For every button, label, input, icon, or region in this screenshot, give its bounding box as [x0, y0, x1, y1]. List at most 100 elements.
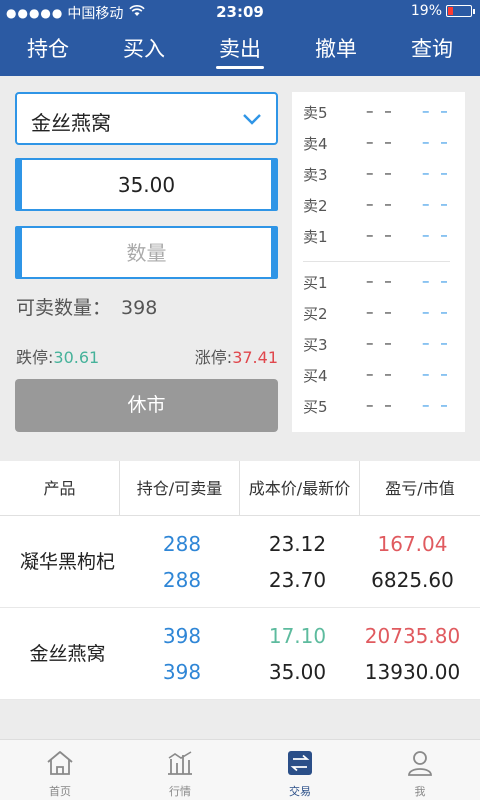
price-increase-button[interactable] — [271, 160, 299, 209]
tab-sell[interactable]: 卖出 — [192, 24, 288, 76]
chevron-down-icon — [243, 114, 261, 125]
table-row[interactable]: 凝华黑枸杞 288 288 23.12 23.70 167.04 6825.60 — [0, 516, 480, 608]
status-right: 19% — [410, 3, 475, 19]
column-header-position: 持仓/可卖量 — [120, 461, 240, 515]
limit-up-label: 涨停: — [194, 348, 233, 367]
clock: 23:09 — [216, 3, 264, 21]
quantity-stepper — [15, 226, 299, 279]
order-book-sell-row: 卖1 – – – – — [292, 220, 465, 251]
order-book-buy-row: 买2 – – – – — [292, 297, 465, 328]
sellable-value: 398 — [162, 660, 202, 684]
user-profile-icon — [408, 751, 432, 776]
order-book-level: 卖4 — [303, 135, 328, 153]
order-book-volume: – – — [422, 396, 451, 414]
quantity-input[interactable] — [22, 228, 271, 277]
order-book-divider — [303, 261, 450, 262]
limit-down-label: 跌停: — [16, 348, 54, 367]
order-book-price: – – — [366, 195, 395, 213]
available-quantity: 可卖数量： 398 — [16, 293, 157, 320]
order-book-level: 卖3 — [303, 166, 328, 184]
battery-percentage: 19% — [410, 3, 442, 19]
product-select[interactable]: 金丝燕窝 — [15, 92, 278, 145]
available-quantity-value: 398 — [121, 297, 158, 319]
column-header-price: 成本价/最新价 — [240, 461, 360, 515]
nav-trade-label: 交易 — [289, 785, 311, 798]
tab-holdings[interactable]: 持仓 — [0, 24, 96, 76]
market-value: 13930.00 — [364, 660, 461, 684]
order-book-volume: – – — [422, 164, 451, 182]
order-book-sell-row: 卖5 – – – – — [292, 96, 465, 127]
order-book-sell-row: 卖4 – – – – — [292, 127, 465, 158]
order-book-level: 卖2 — [303, 197, 328, 215]
nav-me[interactable]: 我 — [360, 740, 480, 800]
position-value: 288 — [162, 532, 202, 556]
order-book-level: 买3 — [303, 336, 328, 354]
order-book-volume: – – — [422, 334, 451, 352]
market-closed-button[interactable]: 休市 — [15, 379, 278, 432]
order-book-level: 卖1 — [303, 228, 328, 246]
order-book-volume: – – — [422, 102, 451, 120]
nav-home-label: 首页 — [49, 785, 71, 798]
battery-icon — [446, 5, 475, 17]
product-name: 金丝燕窝 — [29, 643, 106, 665]
quantity-decrease-button[interactable] — [17, 228, 22, 277]
market-value: 6825.60 — [371, 568, 454, 592]
cost-price: 17.10 — [268, 624, 327, 648]
order-book-level: 买5 — [303, 398, 328, 416]
order-book: 卖5 – – – – 卖4 – – – – 卖3 – – – – 卖2 – – … — [292, 92, 465, 432]
profit-loss: 167.04 — [377, 532, 448, 556]
order-book-price: – – — [366, 334, 395, 352]
profit-loss: 20735.80 — [364, 624, 461, 648]
order-book-price: – – — [366, 396, 395, 414]
nav-home[interactable]: 首页 — [0, 740, 120, 800]
nav-market[interactable]: 行情 — [120, 740, 240, 800]
order-book-level: 卖5 — [303, 104, 328, 122]
product-name: 凝华黑枸杞 — [19, 551, 115, 573]
nav-me-label: 我 — [414, 785, 426, 798]
order-book-buy-row: 买1 – – – – — [292, 266, 465, 297]
table-row[interactable]: 金丝燕窝 398 398 17.10 35.00 20735.80 13930.… — [0, 608, 480, 700]
market-chart-icon — [168, 751, 192, 775]
table-header: 产品 持仓/可卖量 成本价/最新价 盈亏/市值 — [0, 461, 480, 516]
price-input[interactable] — [22, 160, 271, 209]
order-book-sell-row: 卖3 – – – – — [292, 158, 465, 189]
latest-price: 23.70 — [268, 568, 327, 592]
price-decrease-button[interactable] — [17, 160, 22, 209]
price-stepper — [15, 158, 299, 211]
quantity-increase-button[interactable] — [271, 228, 299, 277]
order-book-price: – – — [366, 365, 395, 383]
nav-market-label: 行情 — [169, 785, 191, 798]
sell-order-form: 金丝燕窝 可卖数量： 398 跌停:30.61 涨停:37.41 休市 卖5 – … — [0, 76, 480, 446]
order-book-price: – – — [366, 303, 395, 321]
order-book-volume: – – — [422, 365, 451, 383]
column-header-pnl: 盈亏/市值 — [385, 479, 455, 498]
order-book-buy-row: 买3 – – – – — [292, 328, 465, 359]
price-limits: 跌停:30.61 涨停:37.41 — [16, 344, 278, 368]
order-book-price: – – — [366, 226, 395, 244]
tab-query[interactable]: 查询 — [384, 24, 480, 76]
order-book-sell-row: 卖2 – – – – — [292, 189, 465, 220]
limit-up-value: 37.41 — [232, 348, 278, 367]
tab-buy[interactable]: 买入 — [96, 24, 192, 76]
available-quantity-label: 可卖数量： — [16, 297, 112, 319]
cost-price: 23.12 — [268, 532, 327, 556]
sellable-value: 288 — [162, 568, 202, 592]
order-book-price: – – — [366, 164, 395, 182]
order-book-volume: – – — [422, 133, 451, 151]
order-book-volume: – – — [422, 272, 451, 290]
tab-cancel-order[interactable]: 撤单 — [288, 24, 384, 76]
status-bar: ●●●●● 中国移动 23:09 19% — [0, 0, 480, 24]
order-book-volume: – – — [422, 303, 451, 321]
order-book-price: – – — [366, 272, 395, 290]
order-book-buy-row: 买4 – – – – — [292, 359, 465, 390]
limit-down-value: 30.61 — [53, 348, 100, 367]
home-icon — [47, 751, 73, 775]
holdings-table: 产品 持仓/可卖量 成本价/最新价 盈亏/市值 凝华黑枸杞 288 288 23… — [0, 461, 480, 700]
order-book-level: 买4 — [303, 367, 328, 385]
nav-trade[interactable]: 交易 — [240, 740, 360, 800]
order-book-level: 买2 — [303, 305, 328, 323]
limit-down: 跌停:30.61 — [16, 344, 99, 368]
limit-up: 涨停:37.41 — [195, 344, 278, 368]
column-header-product: 产品 — [0, 461, 120, 515]
order-book-price: – – — [366, 133, 395, 151]
